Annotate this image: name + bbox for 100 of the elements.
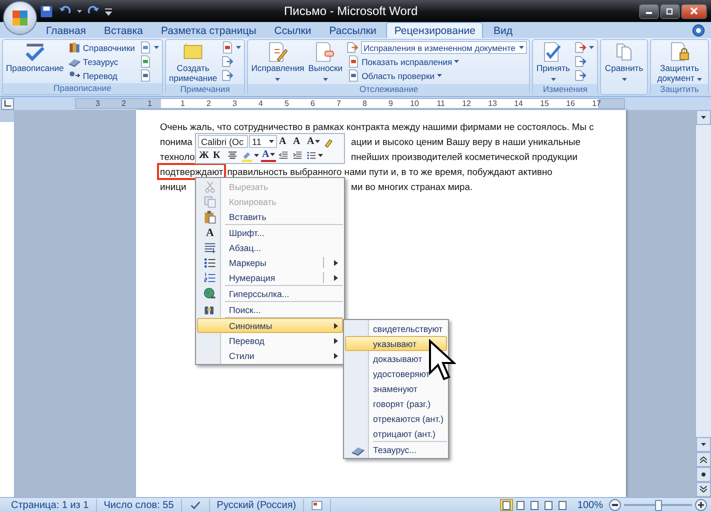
menu-item[interactable]: Гиперссылка... [197,286,343,301]
ribbon-icon-button[interactable] [573,41,596,54]
macro-icon[interactable] [311,500,324,510]
zoom-level[interactable]: 100% [577,500,603,510]
word-count[interactable]: Число слов: 55 [96,498,182,512]
ribbon-tab[interactable]: Вид [485,22,520,38]
ribbon-button[interactable]: Выноски [307,41,344,83]
format-button[interactable]: A [278,135,291,148]
format-button[interactable]: A [306,135,322,148]
ribbon-button[interactable]: Справочники [66,41,136,54]
font-size-field[interactable]: 11 [249,135,277,148]
ruler-number: 1 [180,99,186,108]
view-button[interactable] [500,499,514,511]
ribbon-button[interactable]: Тезаурус [66,55,136,68]
menu-item[interactable]: Абзац... [197,240,343,255]
ruler-number: 2 [206,99,212,108]
view-button[interactable] [556,499,570,511]
submenu-arrow-icon [334,260,338,266]
menu-item[interactable]: отрекаются (ант.) [345,411,447,426]
format-button[interactable]: Ж [198,149,211,162]
dot-icon [701,472,706,477]
view-button[interactable] [528,499,542,511]
dropdown-field[interactable]: Исправления в измененном документе [360,41,528,54]
minus-icon [612,502,618,508]
font-field[interactable]: Calibri (Ос [198,135,248,148]
ruler-number: 3 [232,99,238,108]
minimize-button[interactable] [639,4,659,18]
ribbon-button[interactable]: Перевод [66,69,136,82]
document-text: подтверждают [160,166,224,177]
group-title: Отслеживание [248,84,530,95]
submenu-arrow-icon [334,274,338,280]
ribbon-button[interactable]: Защитить документ [653,41,706,83]
ruler-number: 15 [539,99,550,108]
ribbon-button[interactable]: Область проверки [346,69,528,82]
tab-selector[interactable] [1,98,14,110]
vertical-scrollbar[interactable] [695,110,711,497]
page-count[interactable]: Страница: 1 из 1 [4,498,97,512]
next-page-button[interactable] [696,482,711,497]
close-button[interactable] [681,4,707,18]
office-logo-icon [10,8,30,28]
menu-item[interactable]: знаменуют [345,381,447,396]
save-icon[interactable] [40,4,53,18]
tab-stop-icon [4,100,11,107]
document-text: ми во многих странах мира. [351,181,473,192]
format-button[interactable] [305,149,324,162]
ribbon-tab[interactable]: Разметка страницы [153,22,264,38]
format-button[interactable]: A [292,135,305,148]
menu-item[interactable]: Поиск... [197,302,343,317]
ribbon-button[interactable]: Исправления [250,41,306,83]
ribbon-icon-button[interactable] [220,41,242,54]
menu-item[interactable]: говорят (разг.) [345,396,447,411]
ruler-number: 12 [461,99,472,108]
globe-icon [203,286,217,300]
group-title: Правописание [3,83,162,94]
zoom-in-button[interactable] [695,499,707,511]
menu-item[interactable]: отрицают (ант.) [345,426,447,441]
paragraph-icon [203,240,217,254]
ribbon-tab[interactable]: Ссылки [266,22,320,38]
proofing-icon[interactable] [188,500,202,510]
ribbon-tab[interactable]: Вставка [96,22,151,38]
view-button[interactable] [514,499,528,511]
ribbon-tab[interactable]: Рецензирование [386,22,484,38]
format-button[interactable]: A [261,149,276,162]
format-button[interactable]: К [212,149,225,162]
ribbon-tab[interactable]: Рассылки [321,22,384,38]
ribbon-button[interactable]: Правописание [5,41,65,73]
document-text: понима [160,136,192,147]
menu-item[interactable]: Стили [197,348,343,363]
ribbon-tab[interactable]: Главная [38,22,94,38]
menu-item[interactable]: Маркеры [197,255,343,270]
scroll-up-button[interactable] [696,110,711,125]
zoom-out-button[interactable] [609,499,621,511]
customize-icon[interactable] [105,6,112,16]
slider-thumb[interactable] [655,500,662,510]
next-change-icon [574,69,588,82]
numbered-list-icon [203,270,217,284]
document-icon [346,55,360,68]
ribbon-button[interactable]: Сравнить [603,41,646,83]
ruler-number: 3 [94,99,101,108]
scroll-down-button[interactable] [696,437,711,452]
menu-item[interactable]: Синонимы [197,318,343,333]
lock-document-icon [668,41,691,63]
menu-item[interactable]: Нумерация [197,270,343,285]
menu-item[interactable]: Вставить [197,209,343,224]
view-button[interactable] [542,499,556,511]
help-icon[interactable] [692,24,705,36]
menu-item[interactable]: указывают [345,336,447,351]
language-status[interactable]: Русский (Россия) [210,498,304,512]
menu-item[interactable]: A Шрифт... [197,225,343,240]
ribbon-button[interactable]: Показать исправления [346,55,528,68]
menu-item[interactable]: Тезаурус... [345,442,447,457]
ribbon-button[interactable]: Принять [535,41,572,83]
ruler-number: 5 [284,99,290,108]
menu-item[interactable]: Перевод [197,333,343,348]
ribbon-button[interactable]: Создать примечание [168,41,218,83]
restore-button[interactable] [660,4,680,18]
menu-item[interactable]: свидетельствуют [345,321,447,336]
browse-object-button[interactable] [696,467,711,482]
previous-page-button[interactable] [696,452,711,467]
document-balloon-icon [314,41,336,63]
